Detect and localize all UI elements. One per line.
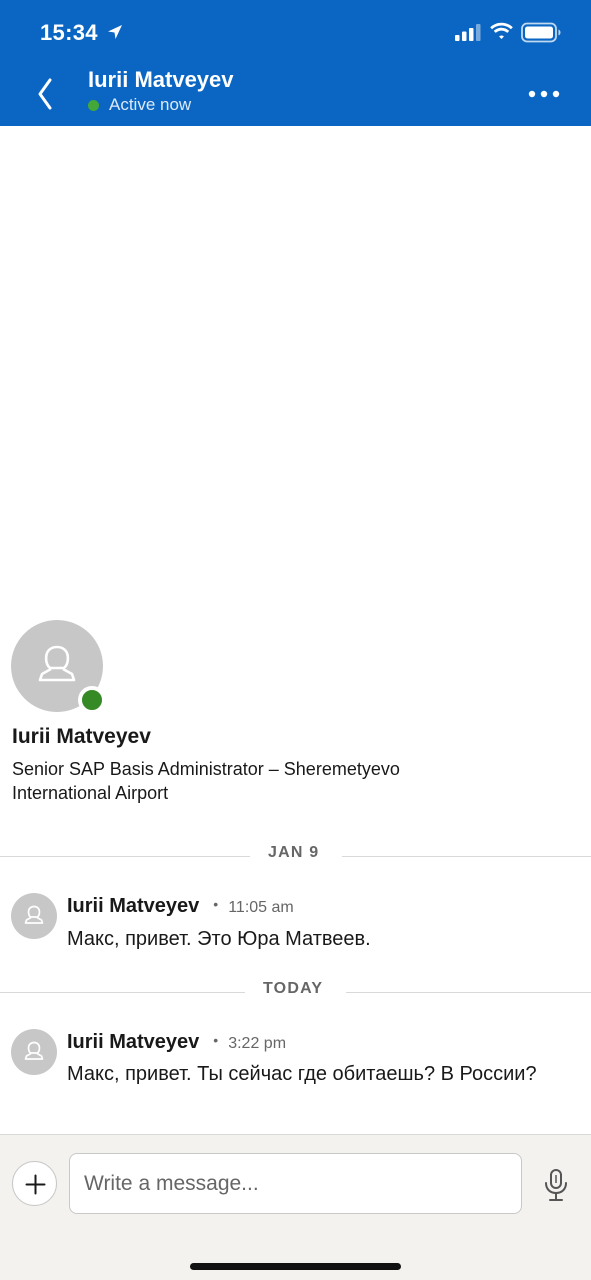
separator-dot: • xyxy=(213,896,219,912)
message-sender[interactable]: Iurii Matveyev xyxy=(67,895,199,918)
message-time: 11:05 am xyxy=(228,899,294,916)
home-indicator[interactable] xyxy=(190,1263,401,1270)
date-divider: TODAY xyxy=(0,980,591,1004)
sender-avatar[interactable] xyxy=(11,893,57,939)
presence-text: Active now xyxy=(109,95,192,114)
more-options-icon[interactable] xyxy=(524,82,564,106)
message-header: Iurii Matveyev • 11:05 am xyxy=(67,895,294,918)
message-text: Макс, привет. Это Юра Матвеев. xyxy=(67,928,371,950)
cellular-signal-icon xyxy=(455,24,481,41)
microphone-icon[interactable] xyxy=(540,1167,572,1203)
person-placeholder-icon xyxy=(24,905,44,924)
profile-headline: Senior SAP Basis Administrator – Shereme… xyxy=(12,759,400,803)
person-placeholder-icon xyxy=(24,1041,44,1060)
message-header: Iurii Matveyev • 3:22 pm xyxy=(67,1031,286,1054)
date-divider: JAN 9 xyxy=(0,844,591,868)
message-text: Макс, привет. Ты сейчас где обитаешь? В … xyxy=(67,1063,537,1085)
location-arrow-icon xyxy=(108,25,122,39)
date-label: JAN 9 xyxy=(268,844,320,861)
online-dot-icon xyxy=(88,99,99,111)
message-composer xyxy=(0,1134,591,1280)
status-bar: 15:34 xyxy=(0,0,591,62)
date-label: TODAY xyxy=(263,980,324,997)
separator-dot: • xyxy=(213,1032,219,1048)
presence-status: Active now xyxy=(88,95,191,115)
sender-avatar[interactable] xyxy=(11,1029,57,1075)
contact-name[interactable]: Iurii Matveyev xyxy=(88,67,234,93)
message-input[interactable] xyxy=(69,1153,522,1214)
online-badge-icon xyxy=(78,686,106,714)
battery-icon xyxy=(521,22,561,43)
message-sender[interactable]: Iurii Matveyev xyxy=(67,1031,199,1054)
conversation-header: 15:34 Iurii Matveyev Active now xyxy=(0,0,591,126)
back-chevron-icon[interactable] xyxy=(26,74,66,114)
attach-button[interactable] xyxy=(12,1161,57,1206)
status-time: 15:34 xyxy=(40,20,98,45)
message-time: 3:22 pm xyxy=(228,1035,287,1052)
profile-name[interactable]: Iurii Matveyev xyxy=(12,725,151,749)
plus-icon xyxy=(25,1174,46,1195)
wifi-icon xyxy=(490,22,513,39)
